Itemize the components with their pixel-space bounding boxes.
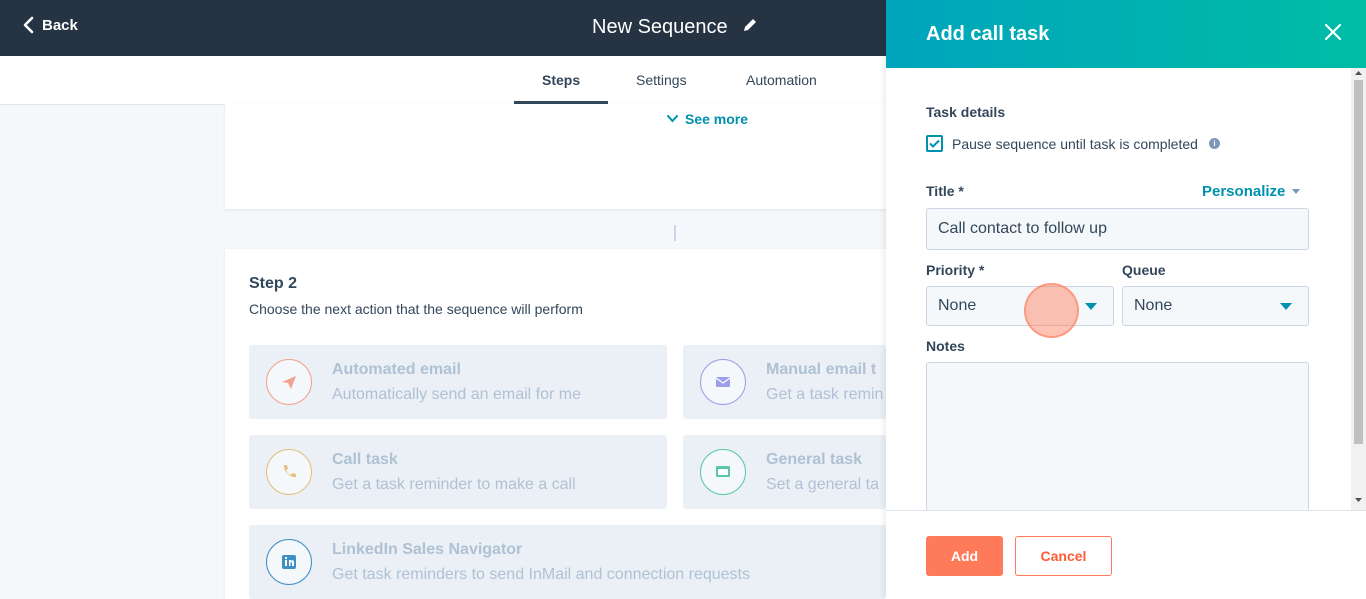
see-more-label: See more <box>685 111 749 127</box>
option-description: Get task reminders to send InMail and co… <box>332 566 750 583</box>
envelope-icon <box>700 359 746 405</box>
queue-select[interactable]: None <box>1122 286 1309 326</box>
chevron-down-icon <box>667 115 678 123</box>
close-icon <box>1324 23 1342 41</box>
add-call-task-panel: Add call task Task details Pause sequenc… <box>886 0 1366 599</box>
scrollbar-thumb[interactable] <box>1354 80 1363 444</box>
monitor-icon <box>700 449 746 495</box>
queue-label: Queue <box>1122 262 1166 278</box>
task-details-label: Task details <box>926 104 1006 120</box>
back-label: Back <box>42 16 78 34</box>
queue-value: None <box>1134 297 1173 314</box>
step-1-card <box>225 104 925 209</box>
sequence-title: New Sequence <box>592 16 728 38</box>
close-button[interactable] <box>1323 22 1345 44</box>
option-description: Automatically send an email for me <box>332 386 581 403</box>
paper-plane-icon <box>266 359 312 405</box>
priority-value: None <box>938 297 977 314</box>
notes-textarea[interactable] <box>926 362 1309 522</box>
option-description: Set a general ta <box>766 476 879 493</box>
step-2-title: Step 2 <box>249 275 298 292</box>
option-general-task[interactable]: General task Set a general ta <box>683 435 886 509</box>
panel-scrollbar[interactable] <box>1351 68 1366 510</box>
add-button[interactable]: Add <box>926 536 1003 576</box>
see-more-link[interactable]: See more <box>667 111 748 127</box>
tab-steps[interactable]: Steps <box>542 72 580 88</box>
sequence-title-wrap: New Sequence <box>592 16 758 39</box>
option-title: Automated email <box>332 361 461 378</box>
scroll-down-arrow-icon[interactable] <box>1354 496 1363 504</box>
option-automated-email[interactable]: Automated email Automatically send an em… <box>249 345 667 419</box>
option-title: Call task <box>332 451 398 468</box>
pencil-icon[interactable] <box>742 16 758 39</box>
panel-footer: Add Cancel <box>886 510 1366 599</box>
option-title: Manual email t <box>766 361 877 378</box>
title-input[interactable]: Call contact to follow up <box>926 208 1309 250</box>
option-title: General task <box>766 451 863 468</box>
info-icon[interactable]: i <box>1208 138 1220 149</box>
chevron-left-icon <box>23 16 34 34</box>
checkmark-icon <box>929 139 940 148</box>
priority-label: Priority * <box>926 262 985 278</box>
back-button[interactable]: Back <box>22 16 78 34</box>
priority-select[interactable]: None <box>926 286 1114 326</box>
pause-sequence-label: Pause sequence until task is completed <box>952 135 1198 152</box>
tab-settings[interactable]: Settings <box>636 72 687 88</box>
caret-down-icon <box>1085 303 1097 310</box>
scroll-up-arrow-icon[interactable] <box>1354 69 1363 77</box>
notes-label: Notes <box>926 338 965 354</box>
step-connector <box>674 225 676 241</box>
option-manual-email[interactable]: Manual email t Get a task remin <box>683 345 886 419</box>
linkedin-icon <box>266 539 312 585</box>
personalize-label: Personalize <box>1202 183 1286 200</box>
tab-automation[interactable]: Automation <box>746 72 817 88</box>
option-description: Get a task remin <box>766 386 884 403</box>
caret-down-icon <box>1280 303 1292 310</box>
option-linkedin-sales-navigator[interactable]: LinkedIn Sales Navigator Get task remind… <box>249 525 886 599</box>
option-description: Get a task reminder to make a call <box>332 476 576 493</box>
step-2-subtitle: Choose the next action that the sequence… <box>249 301 583 317</box>
panel-header: Add call task <box>886 0 1366 68</box>
option-title: LinkedIn Sales Navigator <box>332 541 523 558</box>
pause-sequence-row: Pause sequence until task is completed i <box>926 135 1220 152</box>
option-call-task[interactable]: Call task Get a task reminder to make a … <box>249 435 667 509</box>
cancel-button[interactable]: Cancel <box>1015 536 1112 576</box>
pause-sequence-checkbox[interactable] <box>926 135 943 152</box>
panel-title: Add call task <box>926 23 1050 45</box>
personalize-dropdown[interactable]: Personalize <box>1202 183 1301 200</box>
caret-down-icon <box>1292 189 1301 194</box>
phone-icon <box>266 449 312 495</box>
title-label: Title * <box>926 183 964 199</box>
